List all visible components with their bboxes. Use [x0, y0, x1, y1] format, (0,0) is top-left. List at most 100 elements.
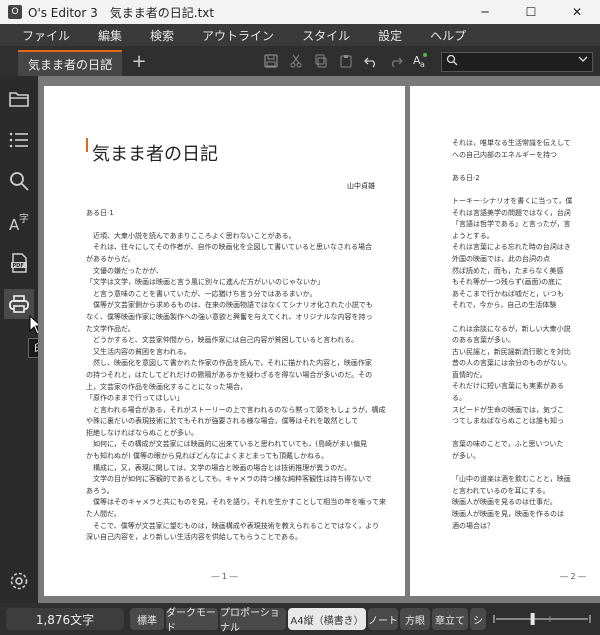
page2-line: これは余談になるが，新しい大衆小説 [452, 324, 571, 333]
close-button[interactable]: ✕ [554, 0, 600, 24]
pdf-icon[interactable]: PDF [4, 248, 34, 278]
style-a4-horizontal-button[interactable]: A4縦（横書き） [288, 608, 366, 630]
style-proportional-button[interactable]: プロポーショナル [220, 608, 286, 634]
page1-line: どうかすると、文芸家仲間から，映画作家には自己内容が貧困していると言われる。 [86, 336, 358, 345]
redo-icon[interactable] [387, 52, 405, 70]
undo-icon[interactable] [362, 52, 380, 70]
page2-line: る。 [452, 394, 466, 403]
page1-line: 「文学は文学，映画は映画と言う風に別々に進んだ方がいいのじゃないか」 [86, 278, 324, 287]
page1-line: 拒絶しなければならぬことが多い。 [86, 428, 198, 437]
page-number-1: ― 1 ― [211, 572, 238, 581]
cut-icon[interactable] [287, 52, 305, 70]
page1-line: があるからだ。 [86, 254, 135, 263]
search-icon[interactable] [4, 166, 34, 196]
search-input[interactable] [441, 52, 593, 72]
page2-line: それだけに短い言葉にも実素がある [452, 382, 564, 391]
maximize-button[interactable]: ☐ [508, 0, 554, 24]
settings-icon[interactable] [4, 566, 34, 596]
app-icon: O [8, 5, 22, 19]
page2-line: 然ば読めた，而も，たまらなく美感 [452, 266, 564, 275]
page1-line: た文学作品だ。 [86, 324, 135, 333]
document-title: 気まま者の日記 [92, 144, 218, 165]
page1-line: 又生活内容の貧困を言われる。 [86, 347, 191, 356]
style-grid-button[interactable]: 方眼 [400, 608, 430, 630]
page1-line: 「原作のままで行ってほしい」 [86, 394, 184, 403]
minimize-button[interactable]: ─ [462, 0, 508, 24]
page-1[interactable]: 気まま者の日記 山中貞雄 ある日·1 近頃、大衆小説を読んであまりこころよく思わ… [44, 86, 405, 596]
spellcheck-icon[interactable]: Aa [412, 52, 430, 70]
page1-line: そこで、僕等が文芸家に望むものは，映画構成や表現技術を教えられることではなく，よ… [86, 521, 380, 530]
document-tab[interactable]: 気まま者の日記 × [18, 50, 122, 76]
page1-line: 構成に，又，表現に関しては，文学の場合と映画の場合とは技術推理が異うのだ。 [86, 463, 352, 472]
style-note-button[interactable]: ノート [368, 608, 398, 630]
page1-line: なく、僕等映画作家に映画製作への強い意欲と興奮を与えてくれ、オリジナルな内容を持… [86, 312, 373, 321]
svg-text:PDF: PDF [13, 263, 24, 269]
style-dark-mode-button[interactable]: ダークモード [166, 608, 218, 634]
page2-line: 言葉の味のことで，ふと思いついた [452, 440, 564, 449]
page1-line: 然し、映画化を意図して書かれた作家の作品を読んで，それに描かれた内容と，映画作家 [86, 359, 372, 368]
outline-list-icon[interactable] [4, 125, 34, 155]
menu-file[interactable]: ファイル [8, 27, 84, 44]
menu-help[interactable]: ヘルプ [416, 27, 480, 44]
page1-line: 近頃、大衆小説を読んであまりこころよく思わないことがある。 [86, 231, 296, 240]
page2-line: への自己内部のエネルギーを持つ [452, 150, 557, 159]
page1-line: かも知れぬが) 僕等の眼から見ればどんなによくまとまっても頂戴しかねる。 [86, 452, 328, 461]
page1-line: 如何に，その構成が文芸家には映画的に出来ていると思われていても，(島崎がまい偏見 [86, 440, 367, 449]
page2-line [452, 312, 600, 324]
page2-line: 外国の映画では，此の台詞の点 [452, 254, 550, 263]
page2-line: ある日·2 [452, 173, 480, 182]
page2-line: トーキー·シナリオを書くに当って，僕 [452, 196, 573, 205]
page1-line: と言う意味のことを書いていたが、一応猶けち言う分ではあるまいか。 [86, 289, 317, 298]
page1-line: の持つそれと，はたしてどれだけの懸隔があるかを疑わざるを得ない場合が多いのだ。そ… [86, 370, 373, 379]
chevron-down-icon[interactable] [578, 54, 588, 67]
font-style-icon[interactable]: A字 [4, 207, 34, 237]
page1-line: 僕等はそのキャメラと共にものを見，それを語り，それを生かすことして相当の年を噛っ… [86, 498, 386, 507]
zoom-thumb[interactable] [530, 613, 535, 625]
page2-line: 酒の場合は？ [452, 521, 494, 530]
page2-line [452, 463, 600, 475]
save-icon[interactable] [262, 52, 280, 70]
menu-outline[interactable]: アウトライン [188, 27, 288, 44]
page2-line: 「山中の道楽は酒を飲むことと，映画 [452, 475, 571, 484]
svg-text:字: 字 [19, 212, 29, 225]
page2-line: それは，唯単なる生活常識を伝えして [452, 139, 571, 147]
page2-line: が多い。 [452, 452, 480, 461]
menu-search[interactable]: 検索 [136, 27, 188, 44]
window-title: O's Editor 3 気まま者の日記.txt [28, 5, 215, 20]
style-chapter-button[interactable]: 章立て [432, 608, 468, 630]
page1-line: と言われる場合がある，それがストーリーの上で言われるのなら黙って頭をもしょうが，… [86, 405, 386, 414]
menu-bar: ファイル 編集 検索 アウトライン スタイル 設定 ヘルプ [0, 24, 600, 46]
page2-line: 映画人が映画を見るのは仕事だ。 [452, 498, 557, 507]
text-cursor [86, 138, 88, 152]
page1-line: 文優の嫌だったかが、 [86, 266, 163, 275]
zoom-slider[interactable] [490, 613, 594, 625]
status-bar: 1,876文字 標準 ダークモード プロポーショナル A4縦（横書き） ノート … [0, 603, 600, 635]
page1-line: 上，文芸家の作品を映画化することになった場合， [86, 382, 247, 391]
page2-line [452, 428, 600, 440]
page2-line: 昔の人の言葉には余分のものがない。 [452, 359, 571, 368]
menu-style[interactable]: スタイル [288, 27, 364, 44]
page2-line: 「言語は哲学である」と言ったが，言 [452, 220, 571, 229]
page2-line: 古い民謡と，新民謡新流行歌とを対比 [452, 347, 571, 356]
page-2[interactable]: それは，唯単なる生活常識を伝えして への自己内部のエネルギーを持つ ある日·2 ト… [410, 86, 600, 596]
page-1-text: ある日·1 近頃、大衆小説を読んであまりこころよく思わないことがある。 それは、… [86, 196, 386, 544]
paste-icon[interactable] [337, 52, 355, 70]
page1-line [86, 219, 376, 231]
page2-line: と言われているのを耳にする。 [452, 486, 550, 495]
title-bar: O O's Editor 3 気まま者の日記.txt ─ ☐ ✕ [0, 0, 600, 24]
page-number-2: ― 2 ― [560, 572, 587, 581]
page2-line: スピードが生命の映画では，気づこ [452, 405, 564, 414]
style-standard-button[interactable]: 標準 [130, 608, 164, 630]
page1-line [86, 196, 376, 208]
style-more-button[interactable]: シ [470, 608, 486, 630]
folder-icon[interactable] [4, 84, 34, 114]
tab-close-icon[interactable]: × [103, 55, 114, 70]
copy-icon[interactable] [312, 52, 330, 70]
page1-line: 文学の目が如何に客観的であるとしても，キャメラの持つ様な純粋客観性は持ち得ないで [86, 475, 372, 484]
menu-edit[interactable]: 編集 [84, 27, 136, 44]
page2-line: それで，今から，自己の生活体験 [452, 301, 557, 310]
menu-settings[interactable]: 設定 [364, 27, 416, 44]
editor-area[interactable]: 気まま者の日記 山中貞雄 ある日·1 近頃、大衆小説を読んであまりこころよく思わ… [38, 76, 600, 603]
page2-line: それは言語美学の問題ではなく，台詞 [452, 208, 571, 217]
new-tab-button[interactable]: + [128, 50, 150, 72]
